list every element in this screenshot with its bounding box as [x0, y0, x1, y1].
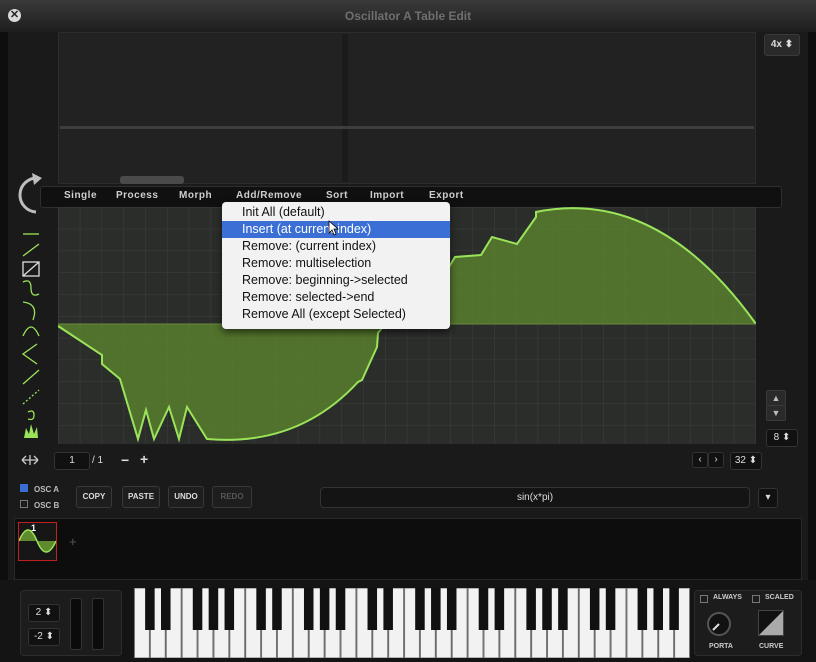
prev-frame-button[interactable]: ‹ [692, 452, 708, 468]
porta-knob[interactable] [705, 610, 733, 638]
wavetable-strip[interactable] [14, 518, 802, 580]
move-arrows-icon[interactable] [20, 454, 40, 466]
copy-button[interactable]: COPY [76, 486, 112, 508]
piano-black-key[interactable] [431, 588, 441, 630]
piano-black-key[interactable] [478, 588, 489, 630]
formula-input[interactable]: sin(x*pi) [320, 487, 750, 508]
pitch-down-select[interactable]: -2 ⬍ [28, 628, 60, 646]
curve-shape-icon[interactable] [758, 610, 784, 636]
osc-a-label: OSC A [34, 485, 60, 494]
next-frame-button[interactable]: › [708, 452, 724, 468]
piano-black-key[interactable] [208, 588, 219, 630]
scaled-checkbox[interactable] [752, 595, 760, 603]
pitch-wheel[interactable] [70, 598, 82, 650]
tab-add-remove[interactable]: Add/Remove [236, 190, 302, 201]
draw-tools-toolbar[interactable] [18, 224, 44, 444]
line-tool-icon [22, 369, 40, 385]
menu-item-remove-beginning[interactable]: Remove: beginning->selected [222, 272, 450, 289]
always-checkbox[interactable] [700, 595, 708, 603]
piano-keyboard[interactable] [134, 588, 690, 658]
menu-item-remove-multiselection[interactable]: Remove: multiselection [222, 255, 450, 272]
piano-black-key[interactable] [653, 588, 663, 630]
overview-divider [342, 34, 348, 182]
frame-index-input[interactable]: 1 [54, 452, 90, 470]
piano-black-key[interactable] [303, 588, 314, 630]
scroll-down-button[interactable]: ▼ [766, 405, 786, 421]
add-wavetable-frame[interactable]: + [69, 534, 77, 549]
tab-process[interactable]: Process [116, 190, 158, 201]
piano-black-key[interactable] [256, 588, 266, 630]
overview-waveform-line [60, 126, 754, 129]
tab-export[interactable]: Export [429, 190, 464, 201]
osc-b-option[interactable]: OSC B [20, 500, 59, 510]
tab-morph[interactable]: Morph [179, 190, 212, 201]
piano-black-key[interactable] [224, 588, 235, 630]
add-frame-button[interactable]: + [140, 451, 148, 467]
side-value-select[interactable]: 8 ⬍ [766, 429, 798, 447]
formula-menu-button[interactable]: ▾ [758, 488, 778, 508]
tab-single[interactable]: Single [64, 190, 97, 201]
piano-black-key[interactable] [145, 588, 155, 630]
piano-black-key[interactable] [415, 588, 425, 630]
remove-frame-button[interactable]: − [121, 452, 129, 468]
grid-size-select[interactable]: 32 ⬍ [730, 452, 762, 470]
piano-black-key[interactable] [446, 588, 457, 630]
piano-black-key[interactable] [542, 588, 552, 630]
piano-black-key[interactable] [494, 588, 505, 630]
always-label: ALWAYS [713, 594, 742, 601]
scroll-up-button[interactable]: ▲ [766, 390, 786, 406]
window-title: Oscillator A Table Edit [344, 9, 472, 23]
thumbnail-index: 1 [31, 523, 37, 533]
bend-tool-icon [21, 343, 38, 365]
frame-total: / 1 [92, 455, 104, 466]
dotted-line-tool-icon [22, 389, 40, 405]
piano-black-key[interactable] [637, 588, 648, 630]
arc-tool-icon [22, 326, 40, 337]
curve-down-tool-icon [22, 301, 36, 321]
frame-right [808, 32, 816, 580]
paste-button[interactable]: PASTE [122, 486, 160, 508]
curve-label: CURVE [759, 643, 784, 650]
osc-b-checkbox[interactable] [20, 500, 28, 508]
table-overview[interactable] [58, 32, 756, 184]
mouse-cursor-icon [328, 220, 340, 236]
piano-black-key[interactable] [589, 588, 600, 630]
redo-button[interactable]: REDO [212, 486, 252, 508]
undo-button[interactable]: UNDO [168, 486, 204, 508]
zoom-select[interactable]: 4x ⬍ [764, 34, 800, 56]
thumbnail-wave-icon [18, 529, 57, 553]
piano-black-key[interactable] [335, 588, 346, 630]
wavetable-frame-thumbnail[interactable] [18, 522, 57, 561]
piano-black-key[interactable] [526, 588, 536, 630]
frame-left [0, 32, 8, 580]
scaled-label: SCALED [765, 594, 794, 601]
piano-black-key[interactable] [669, 588, 679, 630]
osc-b-label: OSC B [34, 501, 60, 510]
pitch-up-select[interactable]: 2 ⬍ [28, 604, 60, 622]
piano-black-key[interactable] [272, 588, 282, 630]
menu-item-remove-current[interactable]: Remove: (current index) [222, 238, 450, 255]
flame-tool-icon [24, 424, 38, 438]
tab-import[interactable]: Import [370, 190, 404, 201]
piano-black-key[interactable] [605, 588, 616, 630]
porta-label: PORTA [709, 643, 733, 650]
piano-black-key[interactable] [319, 588, 330, 630]
menu-item-init-all[interactable]: Init All (default) [222, 204, 450, 221]
ramp-tool-icon [22, 243, 40, 257]
square-tool-diagonal [22, 261, 40, 277]
overview-scroll-thumb[interactable] [120, 176, 184, 184]
tab-sort[interactable]: Sort [326, 190, 348, 201]
sine-tool-icon [22, 280, 40, 296]
piano-black-key[interactable] [558, 588, 568, 630]
piano-black-key[interactable] [161, 588, 171, 630]
piano-black-key[interactable] [192, 588, 203, 630]
piano-black-key[interactable] [367, 588, 378, 630]
osc-a-option[interactable]: OSC A [20, 484, 59, 494]
piano-black-key[interactable] [383, 588, 393, 630]
menu-item-remove-all[interactable]: Remove All (except Selected) [222, 306, 450, 323]
osc-a-checkbox[interactable] [20, 484, 28, 492]
spiral-tool-icon [27, 410, 35, 421]
menu-item-remove-end[interactable]: Remove: selected->end [222, 289, 450, 306]
mod-wheel[interactable] [92, 598, 104, 650]
